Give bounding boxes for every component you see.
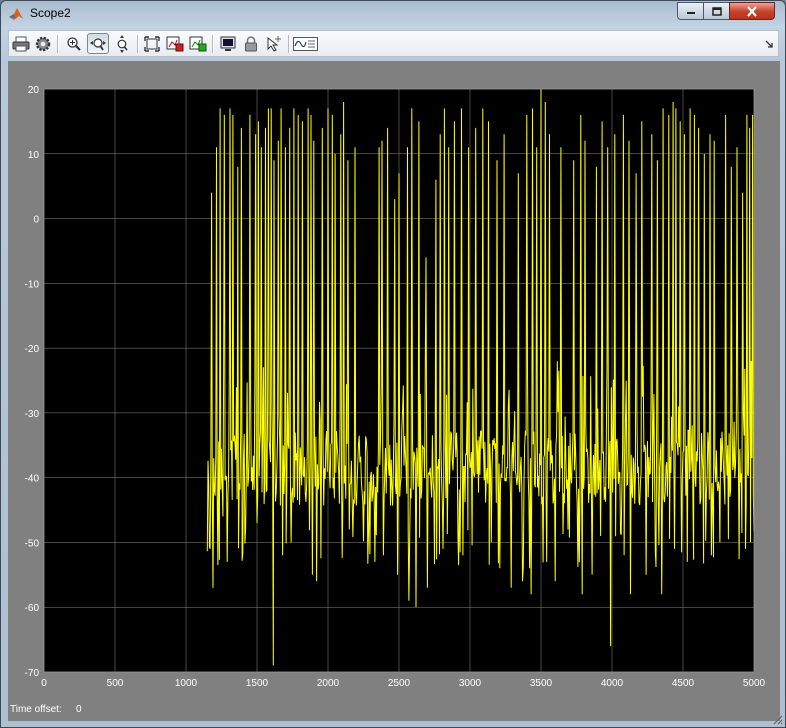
y-tick-label: -30	[25, 409, 40, 420]
scope-chart[interactable]: 0 500 1000 1500 2000 2500 3000 3500 4000 4500 5000…	[8, 61, 780, 701]
zoom-in-icon	[67, 36, 81, 51]
zoom-x-icon	[90, 37, 106, 50]
zoom-in-button[interactable]	[63, 33, 85, 54]
y-tick-label: 0	[33, 215, 39, 226]
status-bar: Time offset: 0	[8, 701, 780, 721]
x-tick-label: 3500	[530, 678, 553, 689]
close-icon	[747, 5, 757, 17]
scope-window: Scope2 0 500 1000 1500 2000 2500 3000 35…	[0, 0, 786, 728]
signal-selection-icon	[267, 35, 281, 52]
x-tick-label: 5000	[743, 678, 766, 689]
toolbar-separator	[288, 35, 290, 53]
window-title: Scope2	[30, 6, 71, 20]
print-button[interactable]	[10, 33, 32, 54]
lock-icon	[245, 35, 257, 51]
signal-selection-button[interactable]	[263, 33, 285, 54]
maximize-icon	[711, 6, 722, 16]
y-tick-label: -20	[25, 344, 40, 355]
minimize-button[interactable]	[677, 2, 704, 20]
y-tick-label: -60	[25, 603, 40, 614]
maximize-button[interactable]	[703, 2, 730, 20]
x-tick-label: 3000	[459, 678, 482, 689]
x-tick-label: 4000	[601, 678, 624, 689]
x-tick-label: 1500	[246, 678, 269, 689]
matlab-logo-icon	[9, 8, 23, 20]
save-axes-icon	[166, 36, 184, 51]
toolbar-separator	[57, 35, 59, 53]
y-tick-label: -40	[25, 474, 40, 485]
x-tick-label: 0	[41, 678, 47, 689]
dock-arrow-icon	[765, 40, 773, 48]
time-offset-label: Time offset:	[10, 704, 62, 715]
gear-icon	[35, 36, 51, 51]
x-tick-label: 2000	[317, 678, 340, 689]
y-tick-label: -10	[25, 279, 40, 290]
y-tick-label: 10	[28, 150, 40, 161]
zoom-x-button[interactable]	[87, 33, 109, 54]
restore-axes-button[interactable]	[187, 33, 209, 54]
toolbar-separator	[212, 35, 214, 53]
autoscale-icon	[144, 35, 160, 52]
floating-scope-icon	[220, 36, 236, 51]
legends-button[interactable]	[292, 33, 319, 54]
resize-grip-icon[interactable]	[771, 713, 783, 725]
toolbar-overflow-button[interactable]	[762, 33, 776, 54]
printer-icon	[12, 36, 30, 51]
y-tick-label: -70	[25, 668, 40, 679]
toolbar-separator	[137, 35, 139, 53]
autoscale-button[interactable]	[141, 33, 163, 54]
toolbar	[8, 30, 779, 57]
figure-area: 0 500 1000 1500 2000 2500 3000 3500 4000 4500 5000…	[8, 61, 780, 701]
zoom-y-button[interactable]	[111, 33, 133, 54]
restore-axes-icon	[189, 36, 207, 51]
y-tick-label: 20	[28, 85, 40, 96]
close-button[interactable]	[729, 2, 775, 20]
x-tick-label: 500	[107, 678, 124, 689]
save-axes-button[interactable]	[164, 33, 186, 54]
zoom-y-icon	[117, 34, 128, 53]
y-tick-label: -50	[25, 538, 40, 549]
minimize-icon	[686, 12, 695, 14]
title-bar[interactable]: Scope2	[1, 1, 785, 27]
floating-scope-button[interactable]	[217, 33, 239, 54]
x-tick-label: 1000	[175, 678, 198, 689]
x-tick-label: 4500	[672, 678, 695, 689]
time-offset-value: 0	[76, 704, 82, 715]
legend-icon	[293, 36, 318, 51]
x-tick-label: 2500	[388, 678, 411, 689]
parameters-button[interactable]	[32, 33, 54, 54]
lock-axes-button[interactable]	[240, 33, 262, 54]
